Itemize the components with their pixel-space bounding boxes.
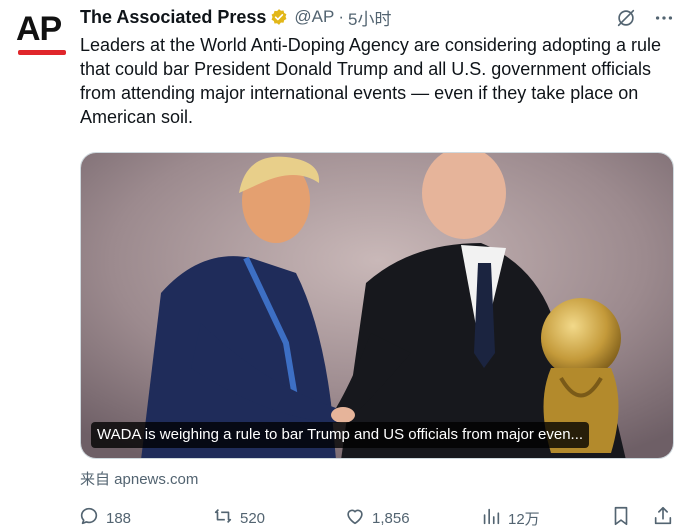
like-button[interactable]: 1,856	[344, 505, 410, 531]
views-button[interactable]: 12万	[480, 505, 540, 531]
reply-button[interactable]: 188	[78, 505, 131, 531]
reply-count: 188	[106, 509, 132, 527]
avatar[interactable]: AP	[14, 10, 70, 66]
bookmark-icon	[610, 505, 638, 531]
repost-button[interactable]: 520	[212, 505, 265, 531]
avatar-logo-bar	[18, 50, 66, 55]
views-icon	[480, 505, 508, 531]
timestamp[interactable]: 5小时	[348, 5, 391, 30]
views-count: 12万	[508, 510, 540, 528]
media-card[interactable]: WADA is weighing a rule to bar Trump and…	[80, 152, 674, 459]
photo	[81, 153, 673, 458]
repost-icon	[212, 505, 240, 531]
reply-icon	[78, 505, 106, 531]
handle[interactable]: @AP	[294, 7, 334, 27]
tweet-text: Leaders at the World Anti-Doping Agency …	[80, 35, 662, 127]
share-button[interactable]	[652, 505, 680, 531]
media-caption: WADA is weighing a rule to bar Trump and…	[91, 422, 590, 448]
verified-badge-icon	[270, 8, 288, 26]
more-icon[interactable]	[652, 6, 676, 30]
avatar-logo-text: AP	[16, 10, 62, 48]
like-icon	[344, 505, 372, 531]
tweet-header: The Associated Press @AP · 5小时	[80, 5, 392, 30]
display-name[interactable]: The Associated Press	[80, 7, 266, 28]
repost-count: 520	[240, 509, 266, 527]
separator-dot: ·	[338, 7, 345, 26]
like-count: 1,856	[372, 509, 410, 527]
header-actions	[600, 6, 676, 30]
tweet: AP The Associated Press @AP · 5小时 Leader…	[0, 0, 700, 531]
action-bar: 188 520 1,856 12万	[78, 505, 678, 529]
share-icon	[652, 505, 680, 531]
grok-icon[interactable]	[614, 6, 638, 30]
link-source[interactable]: 来自 apnews.com	[80, 468, 198, 489]
bookmark-button[interactable]	[610, 505, 638, 531]
